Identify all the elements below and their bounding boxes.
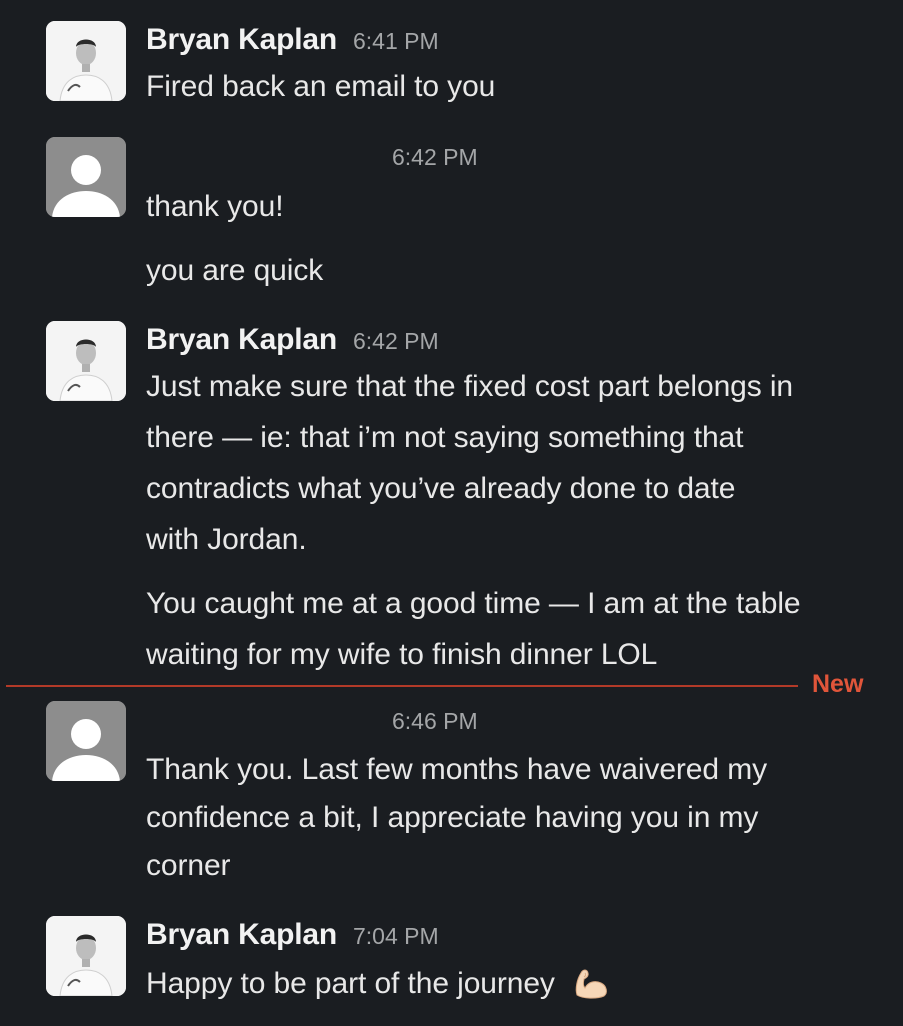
avatar-default-user[interactable] bbox=[46, 701, 126, 781]
person-photo-icon bbox=[46, 21, 126, 101]
message-text: confidence a bit, I appreciate having yo… bbox=[146, 801, 759, 834]
message-header: Bryan Kaplan 6:42 PM bbox=[146, 323, 439, 357]
message-text: Fired back an email to you bbox=[146, 70, 496, 103]
message-text: there — ie: that i’m not saying somethin… bbox=[146, 421, 744, 454]
timestamp[interactable]: 6:41 PM bbox=[353, 28, 439, 55]
flexed-biceps-icon[interactable] bbox=[571, 965, 611, 1007]
new-messages-divider bbox=[6, 685, 798, 687]
avatar-default-user[interactable] bbox=[46, 137, 126, 217]
default-user-icon bbox=[46, 137, 126, 217]
avatar-bryan-kaplan[interactable] bbox=[46, 321, 126, 401]
timestamp[interactable]: 6:42 PM bbox=[353, 328, 439, 355]
message-text: Just make sure that the fixed cost part … bbox=[146, 370, 794, 403]
message-text: you are quick bbox=[146, 254, 324, 287]
timestamp[interactable]: 7:04 PM bbox=[353, 923, 439, 950]
message-text: thank you! bbox=[146, 190, 284, 223]
timestamp[interactable]: 6:42 PM bbox=[392, 144, 478, 171]
author-name[interactable]: Bryan Kaplan bbox=[146, 323, 337, 357]
avatar-bryan-kaplan[interactable] bbox=[46, 916, 126, 996]
avatar-bryan-kaplan[interactable] bbox=[46, 21, 126, 101]
message-text-row: Happy to be part of the journey bbox=[146, 965, 611, 1007]
person-photo-icon bbox=[46, 321, 126, 401]
author-name[interactable]: Bryan Kaplan bbox=[146, 23, 337, 57]
default-user-icon bbox=[46, 701, 126, 781]
message-text: with Jordan. bbox=[146, 523, 307, 556]
message-text: corner bbox=[146, 849, 231, 882]
new-messages-label: New bbox=[812, 670, 864, 698]
author-name[interactable]: Bryan Kaplan bbox=[146, 918, 337, 952]
message-text: You caught me at a good time — I am at t… bbox=[146, 587, 801, 620]
message-text: waiting for my wife to finish dinner LOL bbox=[146, 638, 658, 671]
timestamp[interactable]: 6:46 PM bbox=[392, 708, 478, 735]
message-header: Bryan Kaplan 7:04 PM bbox=[146, 918, 439, 952]
message-text: contradicts what you’ve already done to … bbox=[146, 472, 736, 505]
message-header: Bryan Kaplan 6:41 PM bbox=[146, 23, 439, 57]
message-text: Thank you. Last few months have waivered… bbox=[146, 753, 767, 786]
person-photo-icon bbox=[46, 916, 126, 996]
message-text: Happy to be part of the journey bbox=[146, 967, 555, 1000]
